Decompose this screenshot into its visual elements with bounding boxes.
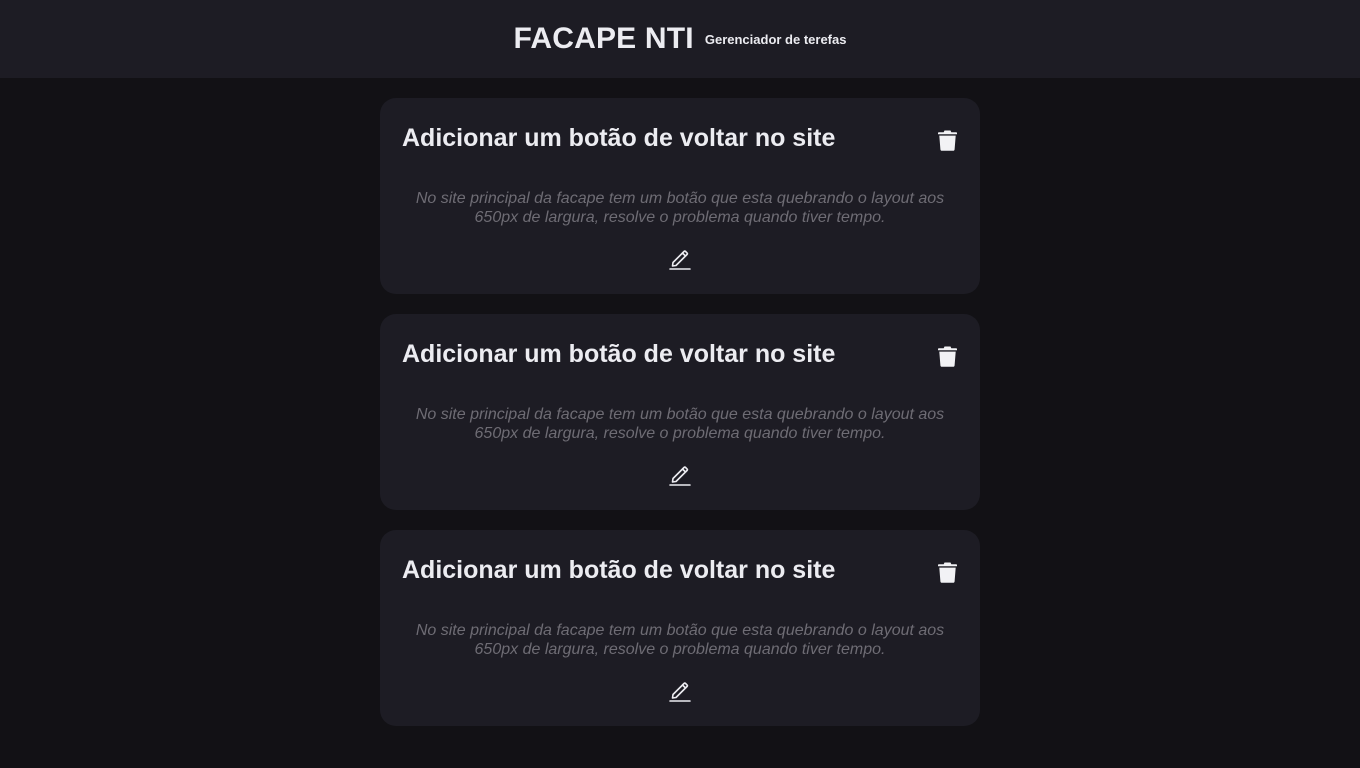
- app-header: FACAPE NTI Gerenciador de terefas: [0, 0, 1360, 78]
- pencil-icon: [669, 250, 691, 270]
- delete-task-button[interactable]: [936, 344, 958, 368]
- task-description: No site principal da facape tem um botão…: [415, 190, 945, 226]
- task-description: No site principal da facape tem um botão…: [415, 406, 945, 442]
- delete-task-button[interactable]: [936, 560, 958, 584]
- app-subtitle: Gerenciador de terefas: [704, 32, 847, 47]
- delete-task-button[interactable]: [936, 128, 958, 152]
- task-card: Adicionar um botão de voltar no site No …: [380, 530, 980, 726]
- trash-icon: [937, 562, 957, 583]
- edit-task-button[interactable]: [668, 679, 692, 703]
- trash-icon: [937, 346, 957, 367]
- edit-task-button[interactable]: [668, 247, 692, 271]
- pencil-icon: [669, 466, 691, 486]
- task-card: Adicionar um botão de voltar no site No …: [380, 314, 980, 510]
- task-description: No site principal da facape tem um botão…: [415, 622, 945, 658]
- task-card: Adicionar um botão de voltar no site No …: [380, 98, 980, 294]
- edit-task-button[interactable]: [668, 463, 692, 487]
- task-title: Adicionar um botão de voltar no site: [402, 556, 836, 584]
- task-title: Adicionar um botão de voltar no site: [402, 340, 836, 368]
- task-list: Adicionar um botão de voltar no site No …: [380, 98, 980, 726]
- task-title: Adicionar um botão de voltar no site: [402, 124, 836, 152]
- trash-icon: [937, 130, 957, 151]
- app-title: FACAPE NTI: [513, 22, 694, 55]
- pencil-icon: [669, 682, 691, 702]
